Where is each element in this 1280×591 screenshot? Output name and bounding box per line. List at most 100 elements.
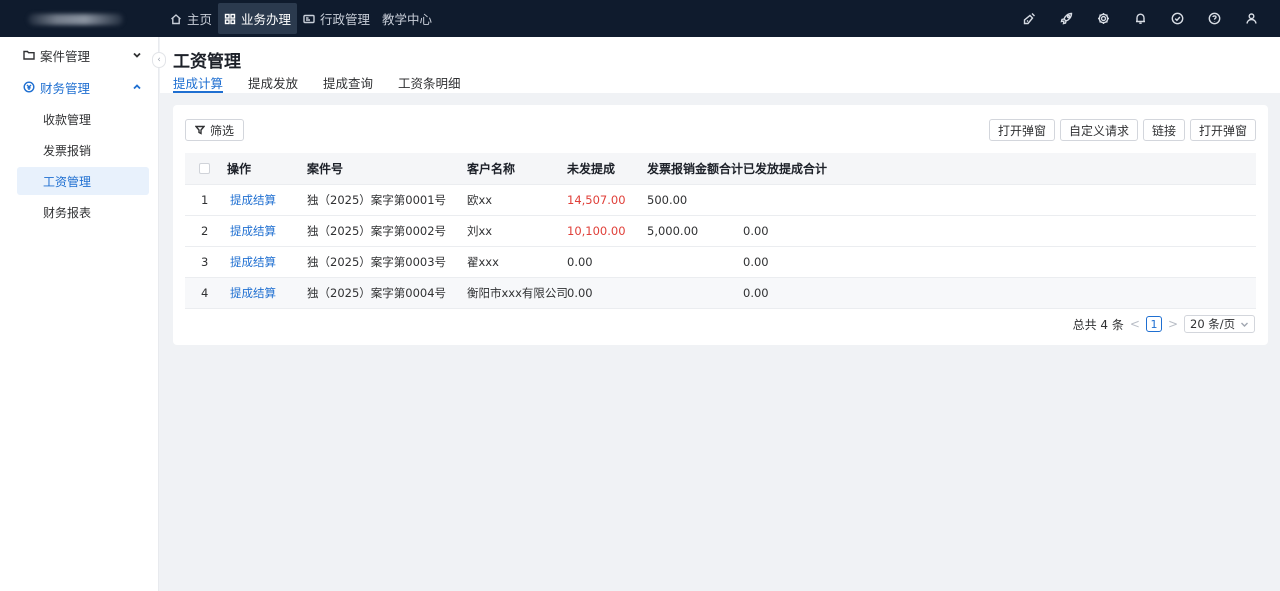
column-header: 发票报销金额合计 [647,153,743,185]
sidebar-group-cases[interactable]: 案件管理 [0,39,158,71]
grid-icon [224,13,236,24]
spacer-cell [843,277,1256,309]
user-icon[interactable] [1233,0,1270,37]
unpaid-commission-cell: 14,507.00 [567,184,647,216]
page-size-value: 20 条/页 [1190,317,1236,331]
unpaid-commission-cell: 0.00 [567,246,647,278]
sidebar-collapse-button[interactable]: ‹ [152,52,166,68]
top-icons [1011,0,1280,37]
action-cell: 提成结算 [227,184,307,216]
finance-icon [23,81,35,93]
sidebar-group-label: 案件管理 [40,48,91,64]
action-cell: 提成结算 [227,215,307,247]
sidebar-group-label: 财务管理 [40,80,91,96]
filter-button[interactable]: 筛选 [185,119,245,141]
filter-label: 筛选 [210,123,235,138]
case-number-cell: 独（2025）案字第0001号 [307,184,467,216]
sidebar-item-reports[interactable]: 财务报表 [17,198,149,226]
tab-commission-payout[interactable]: 提成发放 [248,73,298,93]
spacer-cell [843,215,1256,247]
client-name-cell: 翟xxx [467,246,567,278]
folder-icon [23,50,35,60]
settle-commission-link[interactable]: 提成结算 [230,255,276,269]
chevron-down-icon [1241,322,1248,327]
paid-commission-cell: 0.00 [743,277,843,309]
invoice-total-cell [647,246,743,278]
page-size-select[interactable]: 20 条/页 [1184,315,1255,333]
custom-request-button[interactable]: 自定义请求 [1059,119,1138,141]
tabs: 提成计算 提成发放 提成查询 工资条明细 [173,73,486,93]
help-icon[interactable] [1196,0,1233,37]
filter-icon [195,125,205,135]
settle-commission-link[interactable]: 提成结算 [230,224,276,238]
open-dialog-button[interactable]: 打开弹窗 [988,119,1055,141]
check-circle-icon[interactable] [1159,0,1196,37]
paid-commission-cell [743,184,843,216]
table-row: 3 提成结算 独（2025）案字第0003号 翟xxx 0.00 0.00 [185,246,1256,278]
gear-icon[interactable] [1085,0,1122,37]
nav-admin[interactable]: 行政管理 [297,3,376,34]
action-cell: 提成结算 [227,246,307,278]
current-page-button[interactable]: 1 [1145,316,1162,332]
sidebar: 案件管理 财务管理 收款管理 发票报销 工资管理 财务报表 [0,37,159,591]
nav-teaching-label: 教学中心 [382,12,433,27]
nav-teaching[interactable]: 教学中心 [376,3,438,34]
broom-icon[interactable] [1011,0,1048,37]
column-header: 已发放提成合计 [743,153,843,185]
tab-commission-query[interactable]: 提成查询 [323,73,373,93]
nav-business[interactable]: 业务办理 [218,3,298,34]
table-row: 2 提成结算 独（2025）案字第0002号 刘xx 10,100.00 5,0… [185,215,1256,247]
next-page-button[interactable]: > [1168,317,1178,331]
case-number-cell: 独（2025）案字第0002号 [307,215,467,247]
select-all-checkbox[interactable] [199,162,210,174]
nav-admin-label: 行政管理 [320,12,371,27]
id-card-icon [303,14,315,23]
sidebar-item-invoices[interactable]: 发票报销 [17,136,149,164]
open-dialog-button-2[interactable]: 打开弹窗 [1189,119,1256,141]
nav-business-label: 业务办理 [241,12,292,27]
client-name-cell: 刘xx [467,215,567,247]
page-header: 工资管理 提成计算 提成发放 提成查询 工资条明细 [160,37,1280,93]
tab-commission-calc[interactable]: 提成计算 [173,73,224,93]
chevron-up-icon [133,84,141,90]
bell-icon[interactable] [1122,0,1159,37]
column-header: 案件号 [307,153,467,185]
page-title: 工资管理 [173,52,241,72]
invoice-total-cell: 5,000.00 [647,215,743,247]
case-number-cell: 独（2025）案字第0003号 [307,246,467,278]
column-header-spacer [843,153,1256,185]
sidebar-item-label: 收款管理 [43,112,92,127]
sidebar-item-receipts[interactable]: 收款管理 [17,105,149,133]
top-bar: 主页 业务办理 行政管理 教学中心 [0,0,1280,37]
sidebar-item-label: 财务报表 [43,205,92,220]
settle-commission-link[interactable]: 提成结算 [230,193,276,207]
paid-commission-cell: 0.00 [743,246,843,278]
spacer-cell [843,184,1256,216]
prev-page-button[interactable]: < [1130,317,1140,331]
logo[interactable] [0,0,160,37]
table-row: 4 提成结算 独（2025）案字第0004号 衡阳市xxx有限公司 0.00 0… [185,277,1256,309]
rocket-icon[interactable] [1048,0,1085,37]
table-row: 1 提成结算 独（2025）案字第0001号 欧xx 14,507.00 500… [185,184,1256,216]
tab-payslip-detail[interactable]: 工资条明细 [398,73,461,93]
column-header: 操作 [227,153,307,185]
nav-home[interactable]: 主页 [164,3,218,34]
table-header-row: 操作 案件号 客户名称 未发提成 发票报销金额合计 已发放提成合计 [185,153,1256,185]
row-index: 3 [185,246,227,278]
link-button[interactable]: 链接 [1142,119,1185,141]
pagination: 总共 4 条 < 1 > 20 条/页 [1073,315,1255,333]
sidebar-group-finance[interactable]: 财务管理 [0,71,158,103]
row-index: 2 [185,215,227,247]
unpaid-commission-cell: 0.00 [567,277,647,309]
invoice-total-cell: 500.00 [647,184,743,216]
nav-home-label: 主页 [187,12,213,27]
sidebar-item-salary[interactable]: 工资管理 [17,167,149,195]
column-header: 客户名称 [467,153,567,185]
unpaid-commission-cell: 10,100.00 [567,215,647,247]
settle-commission-link[interactable]: 提成结算 [230,286,276,300]
chevron-down-icon [133,52,141,58]
row-index: 1 [185,184,227,216]
total-count: 总共 4 条 [1072,317,1124,332]
spacer-cell [843,246,1256,278]
column-header: 未发提成 [567,153,647,185]
